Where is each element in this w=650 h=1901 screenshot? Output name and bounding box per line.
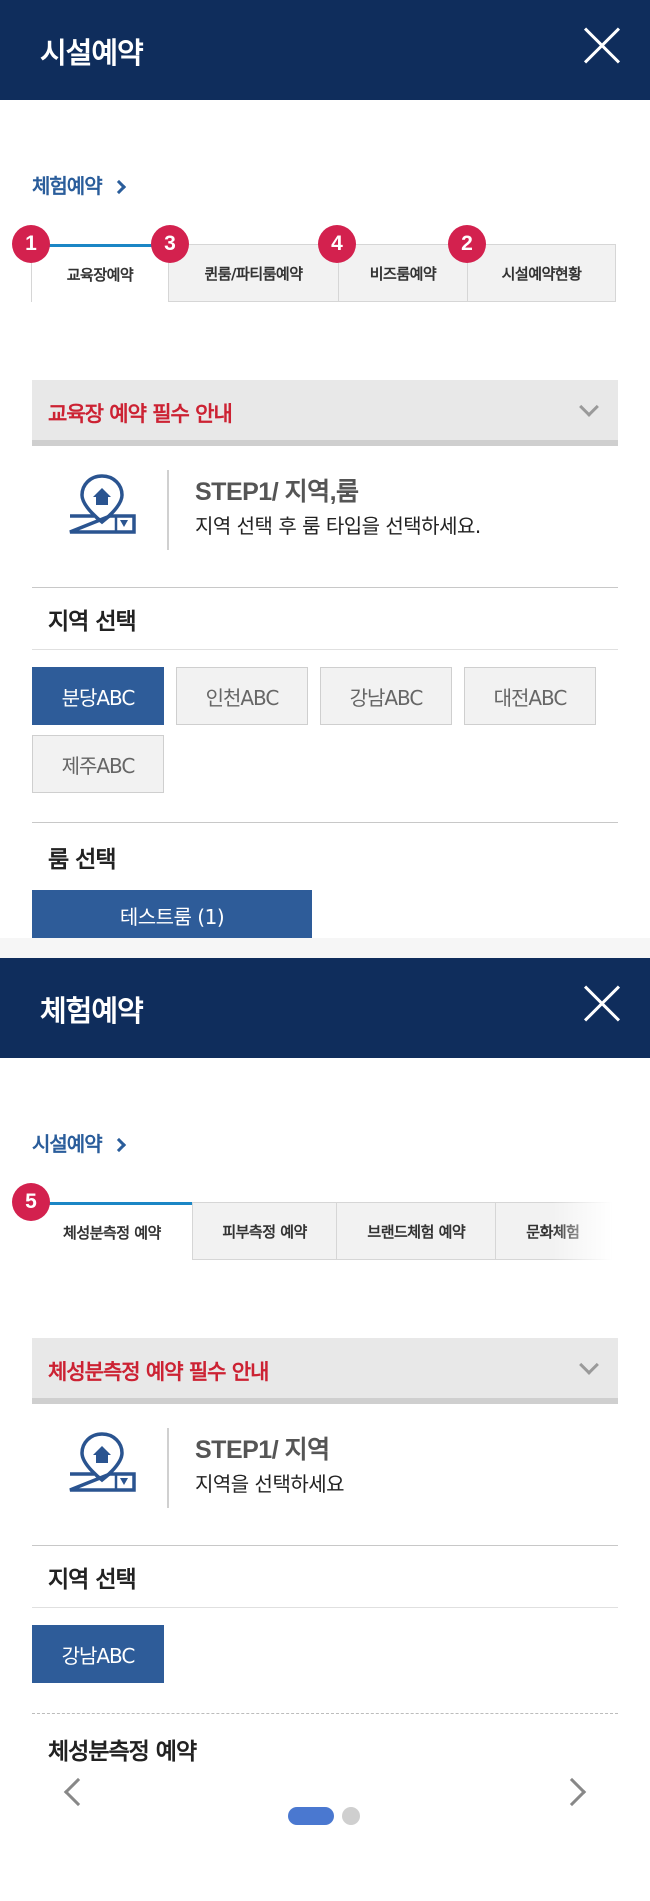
breadcrumb-link[interactable]: 체험예약 [32,170,126,199]
room-section-title: 룸 선택 [32,828,618,888]
step-info: STEP1/ 지역,룸 지역 선택 후 룸 타입을 선택하세요. [32,452,618,588]
divider [167,1428,169,1508]
tab-bar: 체성분측정 예약 피부측정 예약 브랜드체험 예약 문화체험 [32,1202,612,1260]
step-description: 지역을 선택하세요 [195,1472,345,1496]
breadcrumb-link[interactable]: 시설예약 [32,1128,126,1157]
booking-section-title: 체성분측정 예약 [32,1720,618,1780]
notice-accordion[interactable]: 교육장 예약 필수 안내 [32,380,618,446]
notice-title: 교육장 예약 필수 안내 [48,402,233,426]
tab-biz-room[interactable]: 비즈룸예약 [338,244,468,302]
step-title: STEP1/ 지역 [195,1436,330,1464]
tab-body-composition[interactable]: 체성분측정 예약 [32,1202,193,1260]
room-button[interactable]: 테스트룸 (1) [32,890,312,938]
tab-reservation-status[interactable]: 시설예약현황 [467,244,616,302]
pager-dot[interactable] [342,1807,360,1825]
notice-title: 체성분측정 예약 필수 안내 [48,1360,269,1384]
breadcrumb-label: 시설예약 [32,1132,103,1156]
region-title: 지역 선택 [48,1567,137,1593]
tab-classroom[interactable]: 교육장예약 [31,244,169,302]
location-home-icon [69,1432,136,1492]
region-section-title: 지역 선택 [32,1548,618,1608]
divider [32,1713,618,1714]
tab-queen-party-room[interactable]: 퀸룸/파티룸예약 [168,244,339,302]
header: 시설예약 [0,0,650,100]
facility-reservation-panel: 시설예약 체험예약 교육장예약 퀸룸/파티룸예약 비즈룸예약 시설예약현황 1 … [0,0,650,938]
region-chip[interactable]: 강남ABC [320,667,452,725]
step-info: STEP1/ 지역 지역을 선택하세요 [32,1410,618,1546]
region-chip[interactable]: 인천ABC [176,667,308,725]
region-chip[interactable]: 제주ABC [32,735,164,793]
chevron-down-icon [579,1355,599,1375]
step-badge: 2 [448,225,486,263]
step-badge: 1 [12,225,50,263]
region-section-title: 지역 선택 [32,590,618,650]
chevron-right-icon [111,1137,126,1153]
arrow-right-icon[interactable] [557,1777,587,1807]
breadcrumb-label: 체험예약 [32,174,103,198]
page-title: 체험예약 [40,994,144,1028]
step-title: STEP1/ 지역,룸 [195,478,359,506]
chevron-down-icon [579,397,599,417]
step-description: 지역 선택 후 룸 타입을 선택하세요. [195,514,481,538]
notice-accordion[interactable]: 체성분측정 예약 필수 안내 [32,1338,618,1404]
divider [32,822,618,823]
close-icon[interactable] [584,28,620,64]
step-badge: 4 [318,225,356,263]
room-title: 룸 선택 [48,847,116,873]
close-icon[interactable] [584,986,620,1022]
step-badge: 3 [151,225,189,263]
region-chip[interactable]: 분당ABC [32,667,164,725]
location-home-icon [69,474,136,534]
step-badge: 5 [12,1183,50,1221]
experience-reservation-panel: 체험예약 시설예약 체성분측정 예약 피부측정 예약 브랜드체험 예약 문화체험… [0,958,650,1901]
tab-skin-test[interactable]: 피부측정 예약 [191,1202,338,1260]
region-chip[interactable]: 대전ABC [464,667,596,725]
region-title: 지역 선택 [48,609,137,635]
arrow-left-icon[interactable] [63,1777,93,1807]
header: 체험예약 [0,958,650,1058]
tab-scroll-fade [552,1202,612,1260]
page-title: 시설예약 [40,36,144,70]
divider [167,470,169,550]
tab-brand-experience[interactable]: 브랜드체험 예약 [336,1202,497,1260]
chevron-right-icon [111,179,126,195]
pager-dot-active[interactable] [288,1807,334,1825]
region-chip[interactable]: 강남ABC [32,1625,164,1683]
booking-title: 체성분측정 예약 [48,1739,197,1765]
